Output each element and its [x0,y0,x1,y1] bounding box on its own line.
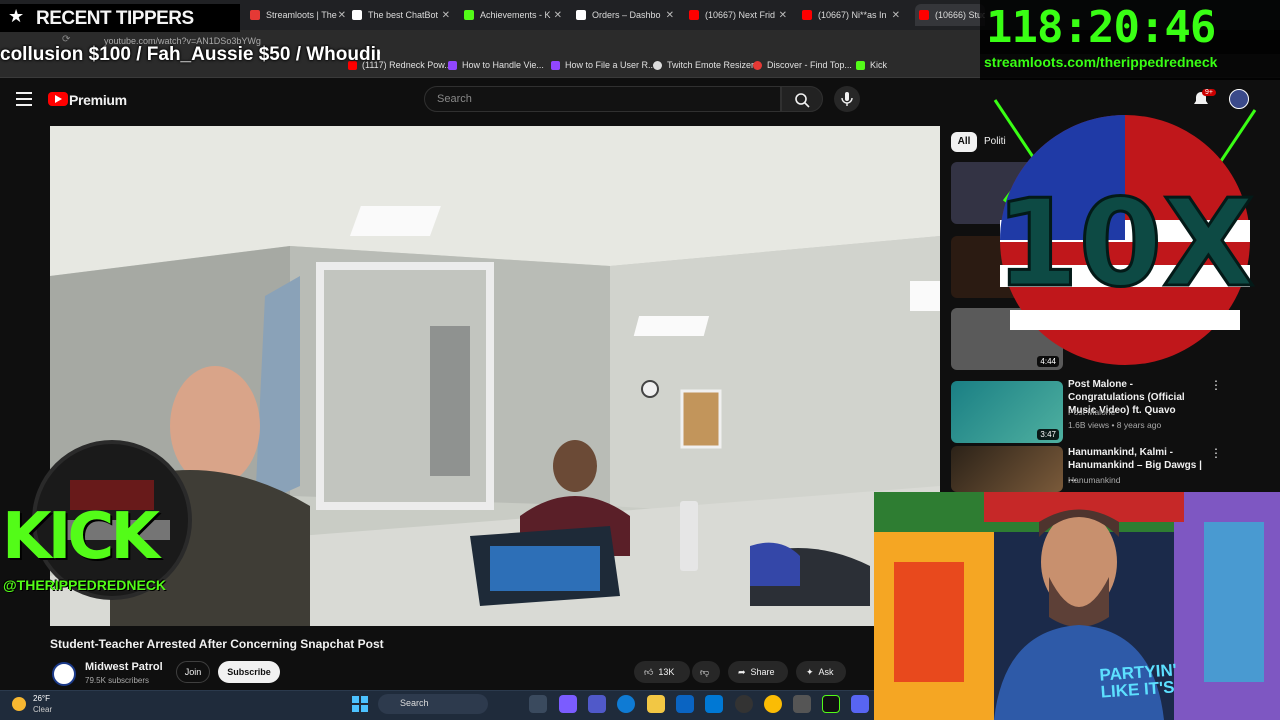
discord-icon[interactable] [851,695,869,713]
sparkle-icon: ✦ [806,666,814,677]
bookmark-icon [753,60,762,70]
subathon-timer: 118:20:46 [986,2,1216,53]
kick-handle: @THERIPPEDREDNECK [3,577,167,593]
tab-favicon-icon [802,10,812,20]
thumbs-down-icon: 👎︎ [700,666,710,677]
bookmark-icon [551,60,560,70]
tipper-ticker: collusion $100 / Fah_Aussie $50 / Whoudi… [0,44,380,65]
copilot-icon[interactable] [559,695,577,713]
chip-all[interactable]: All [951,132,977,152]
app-icon[interactable] [793,695,811,713]
recommendation-thumbnail[interactable]: 3:47 [951,381,1063,443]
tab-favicon-icon [464,10,474,20]
chrome-icon[interactable] [764,695,782,713]
recommendation-channel[interactable]: Hanumankind [1068,475,1120,485]
close-icon[interactable]: ✕ [892,10,900,21]
more-options-icon[interactable]: ⋮ [1210,446,1222,460]
ask-button[interactable]: ✦ Ask [796,661,846,683]
close-icon[interactable]: ✕ [666,10,674,21]
close-icon[interactable]: ✕ [779,10,787,21]
thumbs-up-icon: 👍︎ [644,666,654,677]
weather-condition: Clear [33,705,53,714]
streamloots-url: streamloots.com/therippedredneck [984,54,1218,70]
taskbar-search[interactable]: Search [378,694,488,714]
video-duration: 3:47 [1037,429,1059,440]
browser-tab[interactable]: Achievements - K ✕ [464,4,562,26]
youtube-logo-icon[interactable] [48,92,68,106]
search-input[interactable]: Search [424,86,781,112]
bookmark-item[interactable]: Kick [856,60,887,70]
multiplier-badge: 10X [994,99,1256,365]
task-view-icon[interactable] [529,695,547,713]
tab-favicon-icon [352,10,362,20]
search-button[interactable] [781,86,823,112]
channel-name[interactable]: Midwest Patrol [85,661,163,673]
tippers-title: RECENT TIPPERS [36,8,194,29]
like-button[interactable]: 👍︎ 13K [634,661,690,683]
recommendation-thumbnail[interactable] [951,446,1063,492]
close-icon[interactable]: ✕ [554,10,562,21]
browser-tab-active[interactable]: (10666) Stude [915,4,985,26]
share-button[interactable]: ➦ Share [728,661,788,683]
subscriber-count: 79.5K subscribers [85,676,150,685]
weather-temperature[interactable]: 26°F [33,694,50,703]
recommendation-meta: 1.6B views • 8 years ago [1068,420,1162,430]
webcam-frame [874,492,1280,720]
voice-search-button[interactable] [834,86,860,112]
badge-text: 10X [995,175,1255,314]
tab-favicon-icon [919,10,929,20]
browser-tab[interactable]: Streamloots | The ✕ [250,4,346,26]
more-options-icon[interactable]: ⋮ [1210,378,1222,392]
star-icon: ★ [8,6,25,26]
bookmark-item[interactable]: How to File a User R... [551,60,656,70]
close-icon[interactable]: ✕ [442,10,450,21]
video-title: Student-Teacher Arrested After Concernin… [50,637,384,651]
outlook-icon[interactable] [705,695,723,713]
search-icon [795,93,810,108]
edge-icon[interactable] [617,695,635,713]
app-icon[interactable] [822,695,840,713]
menu-icon[interactable] [16,92,32,106]
shirt-text: PARTYIN' LIKE IT'S [1098,660,1178,702]
store-icon[interactable] [676,695,694,713]
file-explorer-icon[interactable] [647,695,665,713]
bookmark-icon [856,60,865,70]
browser-tab[interactable]: Orders – Dashbo ✕ [576,4,674,26]
close-icon[interactable]: ✕ [338,10,346,21]
browser-tab[interactable]: The best ChatBot ✕ [352,4,450,26]
share-icon: ➦ [738,666,746,677]
tab-favicon-icon [250,10,260,20]
youtube-brand[interactable]: Premium [69,92,127,108]
weather-icon[interactable] [12,697,26,711]
mic-icon [841,92,853,106]
dislike-button[interactable]: 👎︎ [692,661,720,683]
bookmark-item[interactable]: Discover - Find Top... [753,60,852,70]
obs-icon[interactable] [735,695,753,713]
recommendation-channel[interactable]: Post Malone [1068,407,1115,417]
bookmark-icon [653,60,662,70]
teams-icon[interactable] [588,695,606,713]
windows-start-icon[interactable] [352,696,368,712]
webcam-feed [874,492,1280,720]
browser-tab[interactable]: (10667) Ni**as In ✕ [802,4,900,26]
tab-favicon-icon [689,10,699,20]
channel-avatar[interactable] [52,662,76,686]
subscribe-button[interactable]: Subscribe [218,661,280,683]
bookmark-icon [448,60,457,70]
kick-logo-text: KICK [2,500,160,574]
join-button[interactable]: Join [176,661,210,683]
bookmark-item[interactable]: Twitch Emote Resizer [653,60,754,70]
bookmark-item[interactable]: How to Handle Vie... [448,60,544,70]
browser-tab[interactable]: (10667) Next Frid ✕ [689,4,787,26]
tab-favicon-icon [576,10,586,20]
